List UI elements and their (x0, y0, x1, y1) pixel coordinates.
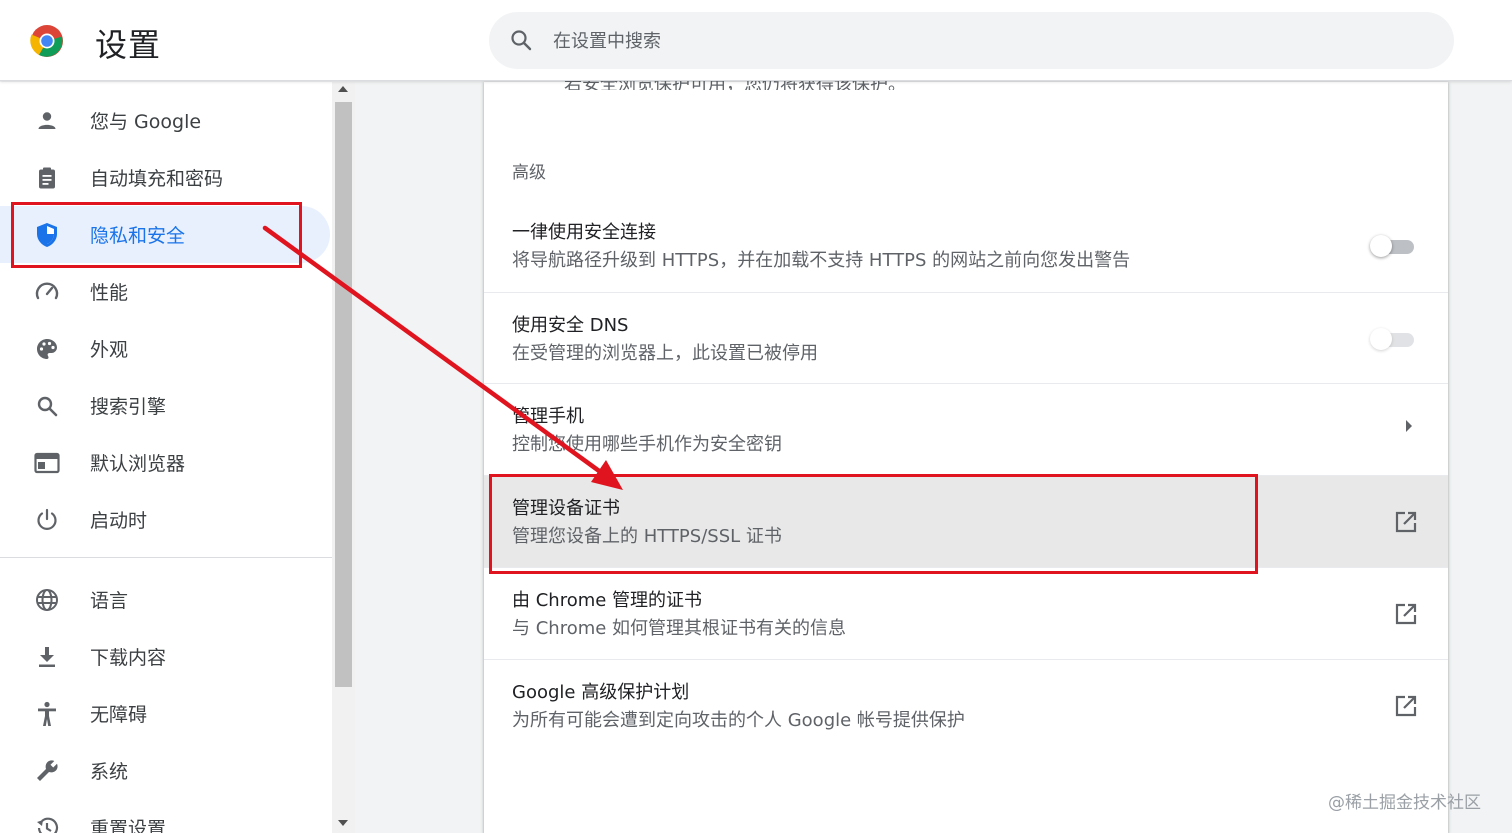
chrome-logo-icon (30, 25, 63, 57)
section-title-advanced: 高级 (512, 163, 546, 183)
sidebar-item-reset[interactable]: 重置设置 (0, 799, 330, 833)
sidebar-item-performance[interactable]: 性能 (0, 263, 330, 320)
sidebar-item-label: 重置设置 (90, 818, 167, 833)
toggle-knob (1370, 328, 1392, 350)
setting-row-advanced-protection[interactable]: Google 高级保护计划 为所有可能会遭到定向攻击的个人 Google 帐号提… (484, 659, 1448, 751)
wrench-icon (34, 758, 60, 784)
clipboard-icon (34, 165, 60, 191)
row-title: 使用安全 DNS (512, 315, 629, 336)
secure-dns-toggle (1370, 328, 1416, 350)
settings-window: 设置 您与 Google 自动填充和密码 隐私和安全 (0, 0, 1512, 833)
power-icon (34, 507, 60, 533)
row-title: Google 高级保护计划 (512, 682, 690, 703)
setting-row-manage-phones[interactable]: 管理手机 控制您使用哪些手机作为安全密钥 (484, 383, 1448, 475)
row-title: 管理手机 (512, 406, 584, 427)
row-subtitle: 控制您使用哪些手机作为安全密钥 (512, 434, 782, 455)
setting-row-chrome-certificates[interactable]: 由 Chrome 管理的证书 与 Chrome 如何管理其根证书有关的信息 (484, 567, 1448, 659)
search-input[interactable] (553, 26, 1413, 56)
sidebar-item-label: 系统 (90, 761, 129, 783)
sidebar-item-on-startup[interactable]: 启动时 (0, 491, 330, 548)
row-subtitle: 为所有可能会遭到定向攻击的个人 Google 帐号提供保护 (512, 710, 965, 731)
header: 设置 (0, 0, 1512, 81)
watermark: @稀土掘金技术社区 (1328, 793, 1481, 813)
settings-card: 若安全浏览保护可用，您仍将获得该保护。 高级 一律使用安全连接 将导航路径升级到… (484, 74, 1448, 833)
browser-icon (34, 450, 60, 476)
toggle-knob (1370, 235, 1392, 257)
sidebar-item-system[interactable]: 系统 (0, 742, 330, 799)
sidebar-item-label: 语言 (90, 590, 129, 612)
sidebar-item-search-engine[interactable]: 搜索引擎 (0, 377, 330, 434)
https-toggle[interactable] (1370, 235, 1416, 257)
scroll-down-arrow-icon[interactable] (338, 820, 348, 826)
chevron-right-icon (1406, 420, 1412, 432)
scroll-thumb[interactable] (335, 102, 352, 687)
globe-icon (34, 587, 60, 613)
sidebar-item-label: 无障碍 (90, 704, 148, 726)
sidebar-item-default-browser[interactable]: 默认浏览器 (0, 434, 330, 491)
sidebar-item-label: 外观 (90, 339, 129, 361)
setting-row-https-first[interactable]: 一律使用安全连接 将导航路径升级到 HTTPS，并在加载不支持 HTTPS 的网… (484, 200, 1448, 292)
row-subtitle: 将导航路径升级到 HTTPS，并在加载不支持 HTTPS 的网站之前向您发出警告 (512, 250, 1131, 271)
search-box[interactable] (489, 12, 1454, 69)
open-in-new-icon (1395, 695, 1417, 717)
sidebar-item-label: 自动填充和密码 (90, 168, 224, 190)
row-subtitle: 与 Chrome 如何管理其根证书有关的信息 (512, 618, 847, 639)
sidebar-divider (0, 557, 332, 558)
speedometer-icon (34, 279, 60, 305)
sidebar-item-label: 下载内容 (90, 647, 167, 669)
sidebar-item-appearance[interactable]: 外观 (0, 320, 330, 377)
page-title: 设置 (95, 26, 162, 64)
sidebar-item-you-and-google[interactable]: 您与 Google (0, 92, 330, 149)
annotation-box-certificates (489, 474, 1258, 574)
search-icon (34, 393, 60, 419)
accessibility-icon (34, 701, 60, 727)
download-icon (34, 644, 60, 670)
row-subtitle: 在受管理的浏览器上，此设置已被停用 (512, 343, 818, 364)
history-icon (34, 815, 60, 833)
palette-icon (34, 336, 60, 362)
sidebar-scrollbar[interactable] (332, 82, 355, 833)
open-in-new-icon (1395, 603, 1417, 625)
person-icon (34, 108, 60, 134)
sidebar-item-label: 默认浏览器 (90, 453, 186, 475)
sidebar-item-languages[interactable]: 语言 (0, 571, 330, 628)
open-in-new-icon (1395, 511, 1417, 533)
row-title: 一律使用安全连接 (512, 222, 656, 243)
sidebar-item-label: 您与 Google (90, 111, 202, 133)
scroll-up-arrow-icon[interactable] (338, 86, 348, 92)
sidebar-item-autofill[interactable]: 自动填充和密码 (0, 149, 330, 206)
sidebar-item-label: 启动时 (90, 510, 148, 532)
search-icon (511, 30, 532, 51)
setting-row-secure-dns[interactable]: 使用安全 DNS 在受管理的浏览器上，此设置已被停用 (484, 292, 1448, 384)
row-title: 由 Chrome 管理的证书 (512, 590, 703, 611)
annotation-box-sidebar (11, 202, 302, 268)
sidebar: 您与 Google 自动填充和密码 隐私和安全 性能 外观 搜索引擎 默认浏览器… (0, 82, 332, 833)
sidebar-item-label: 性能 (90, 282, 129, 304)
sidebar-item-label: 搜索引擎 (90, 396, 167, 418)
sidebar-item-downloads[interactable]: 下载内容 (0, 628, 330, 685)
sidebar-item-accessibility[interactable]: 无障碍 (0, 685, 330, 742)
